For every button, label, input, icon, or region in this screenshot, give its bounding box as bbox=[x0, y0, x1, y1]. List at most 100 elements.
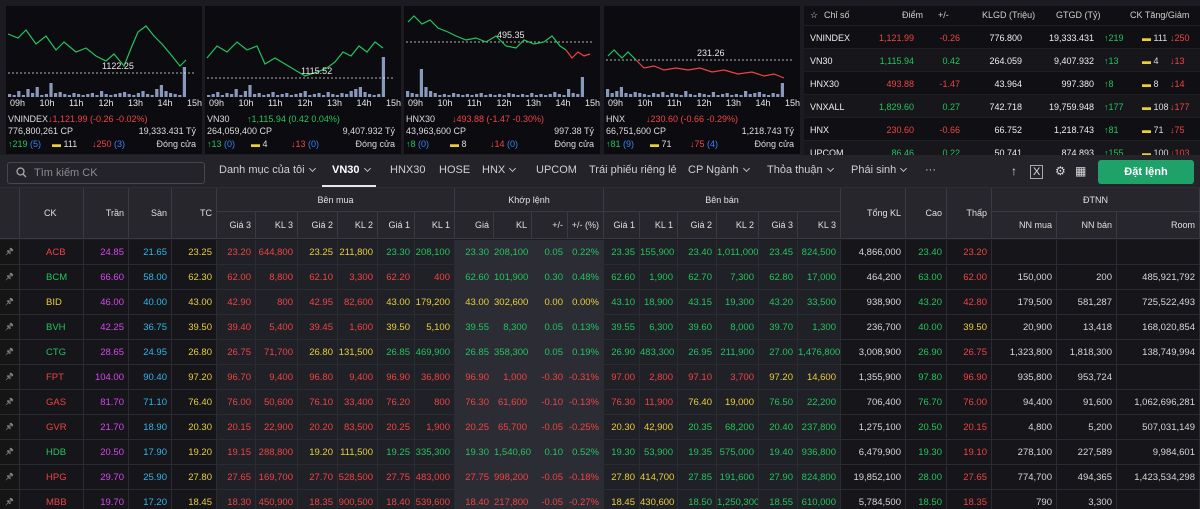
cell-ask-price-1: 39.55 bbox=[604, 315, 640, 340]
index-row-hnx30[interactable]: HNX30 493.88 -1.47 43.964 997.380 ↑8 ▬ 8 ↓14 bbox=[804, 71, 1200, 94]
cell-ask-volume-1: 18,900 bbox=[640, 290, 678, 315]
table-row[interactable]: 📌 BID 46.00 40.00 43.00 42.90 800 42.95 82,600 43… bbox=[0, 290, 1200, 315]
cell-foreign-buy: 935,800 bbox=[992, 365, 1057, 390]
table-row[interactable]: 📌 HDB 20.50 17.90 19.20 19.15 288,800 19.20 111,… bbox=[0, 440, 1200, 465]
cell-reference-price: 97.20 bbox=[172, 365, 217, 390]
table-row[interactable]: 📌 HPG 29.70 25.90 27.80 27.65 169,700 27.70 528,… bbox=[0, 465, 1200, 490]
cell-ask-volume-1: 11,900 bbox=[640, 390, 678, 415]
cell-symbol[interactable]: FPT bbox=[20, 365, 84, 390]
cell-ask-volume-2: 211,900 bbox=[717, 340, 759, 365]
place-order-button[interactable]: Đặt lệnh bbox=[1098, 160, 1194, 184]
volume-bar bbox=[81, 95, 85, 97]
volume-bar bbox=[725, 93, 729, 97]
tab-more[interactable]: ··· bbox=[925, 164, 936, 176]
market-status: Đóng cửa bbox=[355, 139, 395, 149]
cell-ask-volume-1: 6,300 bbox=[640, 315, 678, 340]
cell-ceiling-price: 21.70 bbox=[84, 415, 129, 440]
cell-bid-volume-1: 5,100 bbox=[415, 315, 455, 340]
cell-bid-price-3: 42.90 bbox=[217, 290, 256, 315]
cell-match-price: 76.30 bbox=[455, 390, 494, 415]
mini-chart-vnindex[interactable]: 1122.25 09h 10h 11h 12h 13h 14h 15h VNINDEX ↓1,12… bbox=[6, 6, 202, 154]
volume-bar bbox=[580, 77, 584, 97]
tab-upcom[interactable]: UPCOM bbox=[536, 164, 577, 176]
cell-match-volume: 998,200 bbox=[494, 465, 532, 490]
header-v2: KL 2 bbox=[338, 212, 378, 239]
pin-icon[interactable]: 📌 bbox=[0, 440, 20, 465]
search-input[interactable] bbox=[34, 165, 194, 181]
cell-symbol[interactable]: HDB bbox=[20, 440, 84, 465]
volume-bar bbox=[243, 91, 247, 97]
mini-chart-vn30[interactable]: 1115.52 09h 10h 11h 12h 13h 14h 15h VN30 ↑1,115.9… bbox=[205, 6, 401, 154]
tab-vn30[interactable]: VN30 bbox=[332, 164, 370, 176]
index-value: 19,333.431 bbox=[1048, 33, 1094, 43]
tab-derivatives[interactable]: Phái sinh bbox=[851, 164, 906, 176]
search-box[interactable] bbox=[7, 162, 205, 184]
volume-bar bbox=[303, 91, 307, 97]
volume-bar bbox=[730, 95, 734, 97]
volume-bar bbox=[567, 89, 571, 97]
cell-ask-volume-2: 1,011,000 bbox=[717, 240, 759, 265]
pin-icon[interactable]: 📌 bbox=[0, 290, 20, 315]
index-row-vn30[interactable]: VN30 1,115.94 0.42 264.059 9,407.932 ↑13 ▬ 4 ↓1… bbox=[804, 48, 1200, 71]
pin-icon[interactable]: 📌 bbox=[0, 415, 20, 440]
cell-symbol[interactable]: CTG bbox=[20, 340, 84, 365]
table-row[interactable]: 📌 BVH 42.25 36.75 39.50 39.40 5,400 39.45 1,600 3… bbox=[0, 315, 1200, 340]
volume-bar bbox=[104, 94, 108, 97]
pin-icon[interactable]: 📌 bbox=[0, 340, 20, 365]
cell-symbol[interactable]: HPG bbox=[20, 465, 84, 490]
cell-symbol[interactable]: GVR bbox=[20, 415, 84, 440]
table-row[interactable]: 📌 FPT 104.00 90.40 97.20 96.70 9,400 96.80 9,400… bbox=[0, 365, 1200, 390]
tab-negotiation[interactable]: Thỏa thuận bbox=[767, 164, 833, 176]
volume-bar bbox=[220, 95, 224, 97]
cell-ask-volume-2: 575,000 bbox=[717, 440, 759, 465]
index-point: 230.60 bbox=[886, 125, 914, 135]
index-value: 9,407.932 bbox=[1053, 56, 1094, 66]
table-row[interactable]: 📌 BCM 66.60 58.00 62.30 62.00 8,800 62.10 3,300 6… bbox=[0, 265, 1200, 290]
table-row[interactable]: 📌 MBB 19.70 17.20 18.45 18.30 450,900 18.35 900,… bbox=[0, 490, 1200, 509]
cell-bid-volume-3: 644,800 bbox=[256, 240, 298, 265]
pin-icon[interactable]: 📌 bbox=[0, 365, 20, 390]
volume-bar bbox=[484, 95, 488, 97]
tab-hose[interactable]: HOSE bbox=[439, 164, 470, 176]
grid-layout-icon[interactable]: ▦ bbox=[1075, 164, 1086, 178]
mini-chart-hnx30[interactable]: 495.35 09h 10h 11h 12h 13h 14h 15h HNX30 ↓493.88 … bbox=[404, 6, 600, 154]
volume-bar bbox=[109, 95, 113, 97]
cell-symbol[interactable]: GAS bbox=[20, 390, 84, 415]
cell-bid-volume-3: 9,400 bbox=[256, 365, 298, 390]
time-tick: 12h bbox=[297, 98, 313, 108]
cell-floor-price: 17.20 bbox=[129, 490, 172, 509]
tab-hnx[interactable]: HNX bbox=[482, 164, 515, 176]
cell-symbol[interactable]: BCM bbox=[20, 265, 84, 290]
pin-icon[interactable]: 📌 bbox=[0, 265, 20, 290]
cell-symbol[interactable]: MBB bbox=[20, 490, 84, 509]
star-icon[interactable]: ☆ bbox=[810, 10, 818, 21]
volume-bar bbox=[280, 94, 284, 97]
tab-my-watchlist[interactable]: Danh mục của tôi bbox=[219, 164, 315, 176]
pin-icon[interactable]: 📌 bbox=[0, 490, 20, 509]
cell-symbol[interactable]: ACB bbox=[20, 240, 84, 265]
table-row[interactable]: 📌 CTG 28.65 24.95 26.80 26.75 71,700 26.80 131,5… bbox=[0, 340, 1200, 365]
gear-icon[interactable]: ⚙ bbox=[1055, 164, 1066, 178]
upload-arrow-icon[interactable]: ↑ bbox=[1011, 164, 1017, 178]
tab-private-bonds[interactable]: Trái phiếu riêng lẻ bbox=[589, 164, 677, 176]
index-row-hnx[interactable]: HNX 230.60 -0.66 66.752 1,218.743 ↑81 ▬ 71 ↓75 bbox=[804, 117, 1200, 140]
table-row[interactable]: 📌 GVR 21.70 18.90 20.30 20.15 22,900 20.20 83,50… bbox=[0, 415, 1200, 440]
tab-industry[interactable]: CP Ngành bbox=[688, 164, 749, 176]
pin-icon[interactable]: 📌 bbox=[0, 390, 20, 415]
pin-icon[interactable]: 📌 bbox=[0, 465, 20, 490]
index-row-vnxall[interactable]: VNXALL 1,829.60 0.27 742.718 19,759.948 ↑177 ▬… bbox=[804, 94, 1200, 117]
cell-ask-price-3: 97.20 bbox=[759, 365, 798, 390]
pin-icon[interactable]: 📌 bbox=[0, 315, 20, 340]
cell-symbol[interactable]: BVH bbox=[20, 315, 84, 340]
price-line bbox=[407, 15, 567, 51]
index-row-vnindex[interactable]: VNINDEX 1,121.99 -0.26 776.800 19,333.431 ↑21… bbox=[804, 25, 1200, 48]
cell-symbol[interactable]: BID bbox=[20, 290, 84, 315]
tab-hnx30[interactable]: HNX30 bbox=[390, 164, 425, 176]
table-row[interactable]: 📌 GAS 81.70 71.10 76.40 76.00 50,600 76.10 33,40… bbox=[0, 390, 1200, 415]
mini-chart-hnx[interactable]: 231.26 09h 10h 11h 12h 13h 14h 15h HNX ↓230.60 (-… bbox=[604, 6, 800, 154]
table-row[interactable]: 📌 ACB 24.85 21.65 23.25 23.20 644,800 23.25 211,… bbox=[0, 240, 1200, 265]
volume-bar bbox=[308, 95, 312, 97]
pin-icon[interactable]: 📌 bbox=[0, 240, 20, 265]
excel-export-icon[interactable]: X bbox=[1030, 165, 1044, 179]
cell-match-change-pct: -0.27% bbox=[568, 490, 604, 509]
